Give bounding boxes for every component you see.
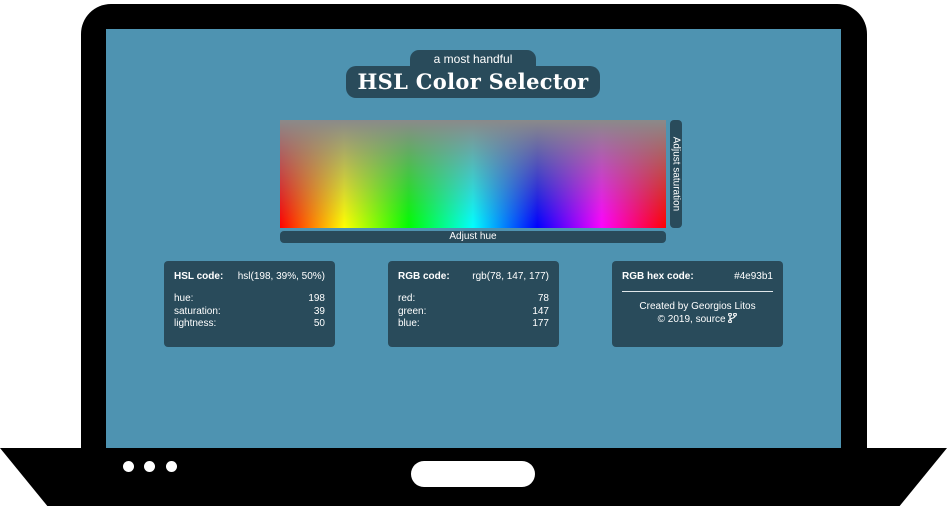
blue-label: blue: xyxy=(398,318,420,329)
indicator-dot xyxy=(123,461,134,472)
app-screen: a most handful HSL Color Selector Adjust… xyxy=(106,29,841,449)
hue-label: hue: xyxy=(174,293,194,304)
lightness-row: lightness: 50 xyxy=(174,318,325,331)
app-title: HSL Color Selector xyxy=(346,66,600,98)
trackpad xyxy=(411,461,535,487)
saturation-label: saturation: xyxy=(174,305,221,317)
credit-line: Created by Georgios Litos xyxy=(639,301,756,312)
saturation-slider-label: Adjust saturation xyxy=(670,136,682,212)
hue-value: 198 xyxy=(308,293,325,304)
hex-card: RGB hex code: #4e93b1 Created by Georgio… xyxy=(612,261,783,347)
green-row: green: 147 xyxy=(398,306,549,319)
blue-row: blue: 177 xyxy=(398,318,549,331)
hue-slider[interactable]: Adjust hue xyxy=(280,231,666,243)
red-value: 78 xyxy=(537,293,549,304)
saturation-value: 39 xyxy=(313,305,325,317)
rgb-card: RGB code: rgb(78, 147, 177) red: 78 gree… xyxy=(388,261,559,347)
hex-code-value: #4e93b1 xyxy=(734,270,773,282)
saturation-row: saturation: 39 xyxy=(174,306,325,319)
copyright-text: © 2019, source xyxy=(657,314,726,325)
hsl-card: HSL code: hsl(198, 39%, 50%) hue: 198 sa… xyxy=(164,261,335,347)
red-label: red: xyxy=(398,293,416,304)
blue-value: 177 xyxy=(532,318,549,329)
git-branch-icon[interactable] xyxy=(728,312,738,327)
credits: Created by Georgios Litos © 2019, source xyxy=(622,300,773,327)
color-picker-area[interactable] xyxy=(280,120,666,228)
green-label: green: xyxy=(398,305,427,317)
hsl-code-value: hsl(198, 39%, 50%) xyxy=(237,270,325,282)
indicator-dot xyxy=(166,461,177,472)
indicator-dot xyxy=(144,461,155,472)
hsl-code-label: HSL code: xyxy=(174,270,224,282)
copyright-line: © 2019, source xyxy=(622,312,773,327)
rgb-code-label: RGB code: xyxy=(398,270,450,282)
lightness-label: lightness: xyxy=(174,318,217,329)
red-row: red: 78 xyxy=(398,293,549,306)
card-divider xyxy=(622,291,773,292)
hex-code-label: RGB hex code: xyxy=(622,270,694,282)
green-value: 147 xyxy=(532,305,549,317)
hue-row: hue: 198 xyxy=(174,293,325,306)
lightness-value: 50 xyxy=(313,318,325,329)
rgb-code-value: rgb(78, 147, 177) xyxy=(472,270,549,282)
